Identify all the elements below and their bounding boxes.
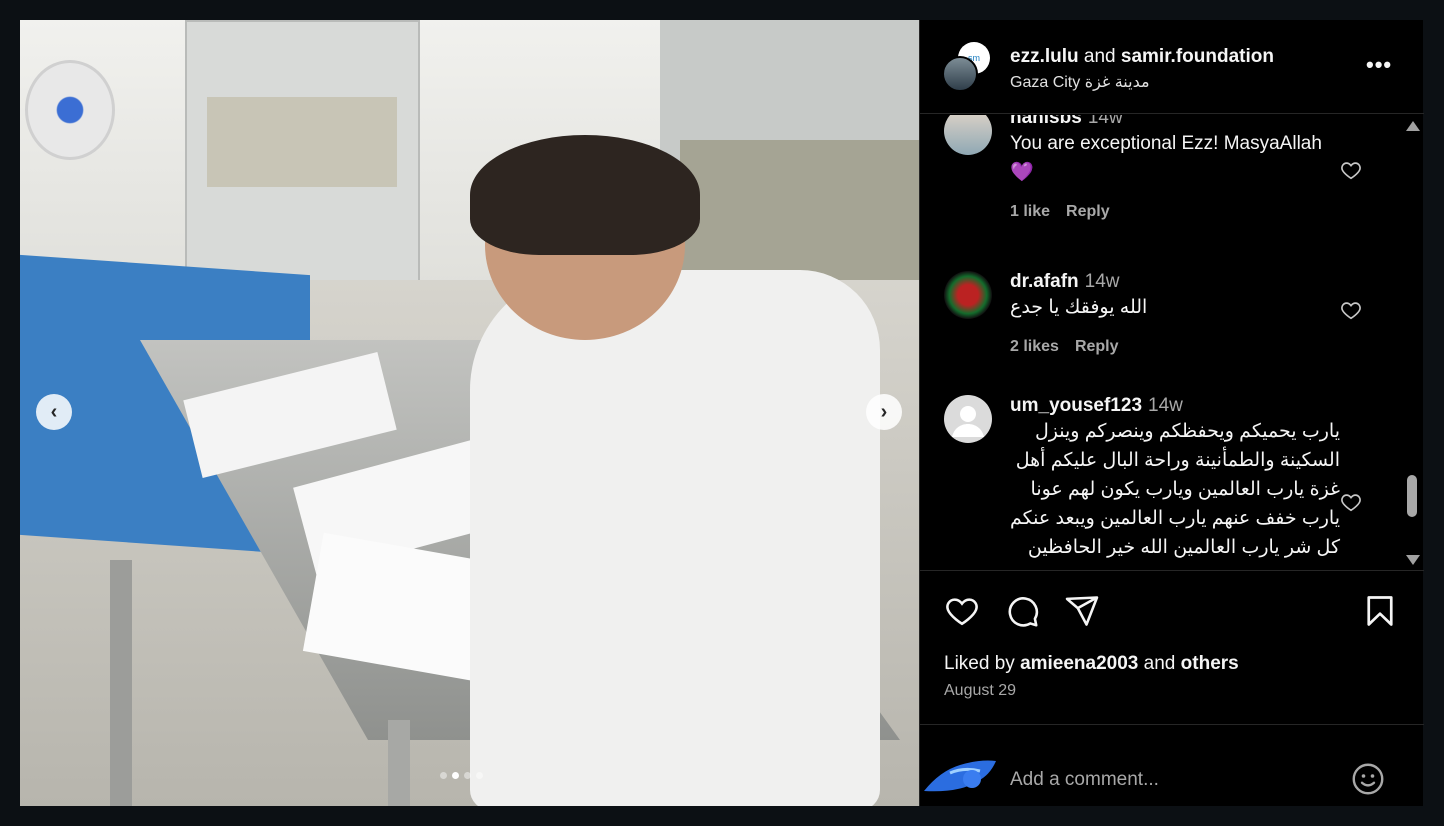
carousel-prev-button[interactable]: ‹ [36, 394, 72, 430]
comment-time: 14w [1084, 271, 1120, 292]
heart-icon[interactable] [1340, 491, 1362, 513]
owner-username[interactable]: samir.foundation [1121, 46, 1274, 67]
photo-door-panel [185, 20, 420, 290]
carousel-dot [464, 772, 471, 779]
photo-doctor-coat [470, 270, 880, 806]
carousel-dot [440, 772, 447, 779]
comment-input[interactable] [1010, 769, 1310, 791]
avatar[interactable] [944, 271, 992, 319]
chevron-left-icon: ‹ [50, 400, 58, 423]
avatar[interactable] [944, 115, 992, 155]
owner-joiner: and [1083, 46, 1116, 67]
liked-by-user[interactable]: amieena2003 [1020, 653, 1138, 674]
liked-by-prefix: Liked by [944, 653, 1015, 674]
reply-button[interactable]: Reply [1066, 203, 1110, 220]
comment-username[interactable]: nanisbs [1010, 115, 1082, 128]
heart-icon[interactable] [1340, 299, 1362, 321]
photo-table-leg [388, 720, 410, 806]
liked-by-others[interactable]: others [1181, 653, 1239, 674]
heart-icon[interactable] [944, 593, 980, 629]
owner-username[interactable]: ezz.lulu [1010, 46, 1079, 67]
comment-time: 14w [1087, 115, 1123, 128]
post-modal: ‹ › sm ezz.lulu and samir.foundation Gaz… [20, 20, 1424, 806]
collab-avatars[interactable]: sm [942, 42, 992, 92]
carousel-dot [476, 772, 483, 779]
emoji-icon[interactable] [1350, 761, 1386, 797]
post-actions: Liked by amieena2003 and others August 2… [920, 570, 1424, 710]
comment-likes[interactable]: 2 likes [1010, 338, 1059, 355]
post-location[interactable]: Gaza City مدينة غزة [1010, 72, 1150, 92]
carousel-dots [440, 772, 483, 779]
comment-text: يارب يحميكم ويحفظكم وينصركم وينزل السكين… [1010, 421, 1340, 558]
heart-icon[interactable] [1340, 159, 1362, 181]
post-header: sm ezz.lulu and samir.foundation Gaza Ci… [920, 20, 1424, 114]
liked-by-joiner: and [1143, 653, 1176, 674]
scroll-down-arrow[interactable] [1406, 555, 1420, 565]
comments-scrollbar[interactable] [1402, 115, 1422, 570]
bookmark-icon[interactable] [1362, 593, 1398, 629]
avatar [920, 751, 1000, 799]
comment-text: الله يوفقك يا جدع [1010, 297, 1148, 318]
photo-fan [20, 40, 120, 190]
add-comment-bar [920, 724, 1424, 806]
share-icon[interactable] [1064, 593, 1100, 629]
comment-list: nanisbs 14w You are exceptional Ezz! Masy… [920, 115, 1424, 570]
comment-likes[interactable]: 1 like [1010, 203, 1050, 220]
comment-username[interactable]: dr.afafn [1010, 271, 1079, 292]
carousel-dot-active [452, 772, 459, 779]
scrollbar-thumb[interactable] [1407, 475, 1417, 517]
liked-by: Liked by amieena2003 and others [944, 653, 1239, 675]
post-media: ‹ › [20, 20, 919, 806]
chevron-right-icon: › [880, 400, 888, 423]
comment-username[interactable]: um_yousef123 [1010, 395, 1142, 416]
post-owners: ezz.lulu and samir.foundation [1010, 46, 1274, 68]
more-icon[interactable]: ••• [1366, 52, 1392, 78]
avatar[interactable] [944, 395, 992, 443]
photo-doctor-hair [470, 135, 700, 255]
comment-text: You are exceptional Ezz! MasyaAllah 💜 [1010, 133, 1322, 183]
scroll-up-arrow[interactable] [1406, 121, 1420, 131]
comment-icon[interactable] [1004, 593, 1040, 629]
post-date[interactable]: August 29 [944, 682, 1016, 700]
carousel-next-button[interactable]: › [866, 394, 902, 430]
comment-time: 14w [1148, 395, 1183, 416]
post-side-panel: sm ezz.lulu and samir.foundation Gaza Ci… [919, 20, 1424, 806]
avatar [942, 56, 978, 92]
reply-button[interactable]: Reply [1075, 338, 1119, 355]
photo-table-leg [110, 560, 132, 806]
